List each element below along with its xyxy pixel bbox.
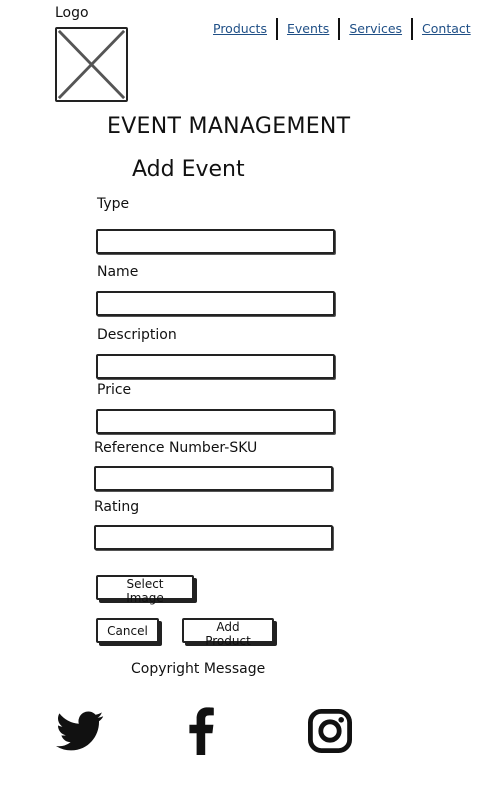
nav-link-contact[interactable]: Contact xyxy=(413,18,471,40)
add-product-button[interactable]: Add Product xyxy=(182,618,274,648)
rating-input[interactable] xyxy=(94,525,333,550)
page-title: EVENT MANAGEMENT xyxy=(107,114,351,139)
name-label: Name xyxy=(97,264,139,280)
form-heading: Add Event xyxy=(132,157,245,182)
sku-input[interactable] xyxy=(94,466,333,491)
nav-link-products[interactable]: Products xyxy=(213,18,276,40)
image-placeholder-icon xyxy=(57,29,126,100)
description-input[interactable] xyxy=(96,354,335,379)
copyright-message: Copyright Message xyxy=(131,661,266,677)
instagram-icon[interactable] xyxy=(306,707,354,755)
name-input[interactable] xyxy=(96,291,335,316)
price-input[interactable] xyxy=(96,409,335,434)
description-label: Description xyxy=(97,327,177,343)
cancel-button[interactable]: Cancel xyxy=(96,618,159,643)
twitter-icon[interactable] xyxy=(56,707,104,755)
type-input[interactable] xyxy=(96,229,335,254)
rating-label: Rating xyxy=(94,499,140,515)
nav-link-events[interactable]: Events xyxy=(278,18,338,40)
type-label: Type xyxy=(97,196,130,212)
logo-label: Logo xyxy=(55,5,89,21)
logo-placeholder[interactable] xyxy=(55,27,128,102)
select-image-button[interactable]: Select Image xyxy=(96,575,194,605)
sku-label: Reference Number-SKU xyxy=(94,440,258,456)
facebook-icon[interactable] xyxy=(178,707,226,755)
top-nav: Products Events Services Contact xyxy=(213,18,471,40)
price-label: Price xyxy=(97,382,132,398)
nav-link-services[interactable]: Services xyxy=(340,18,411,40)
